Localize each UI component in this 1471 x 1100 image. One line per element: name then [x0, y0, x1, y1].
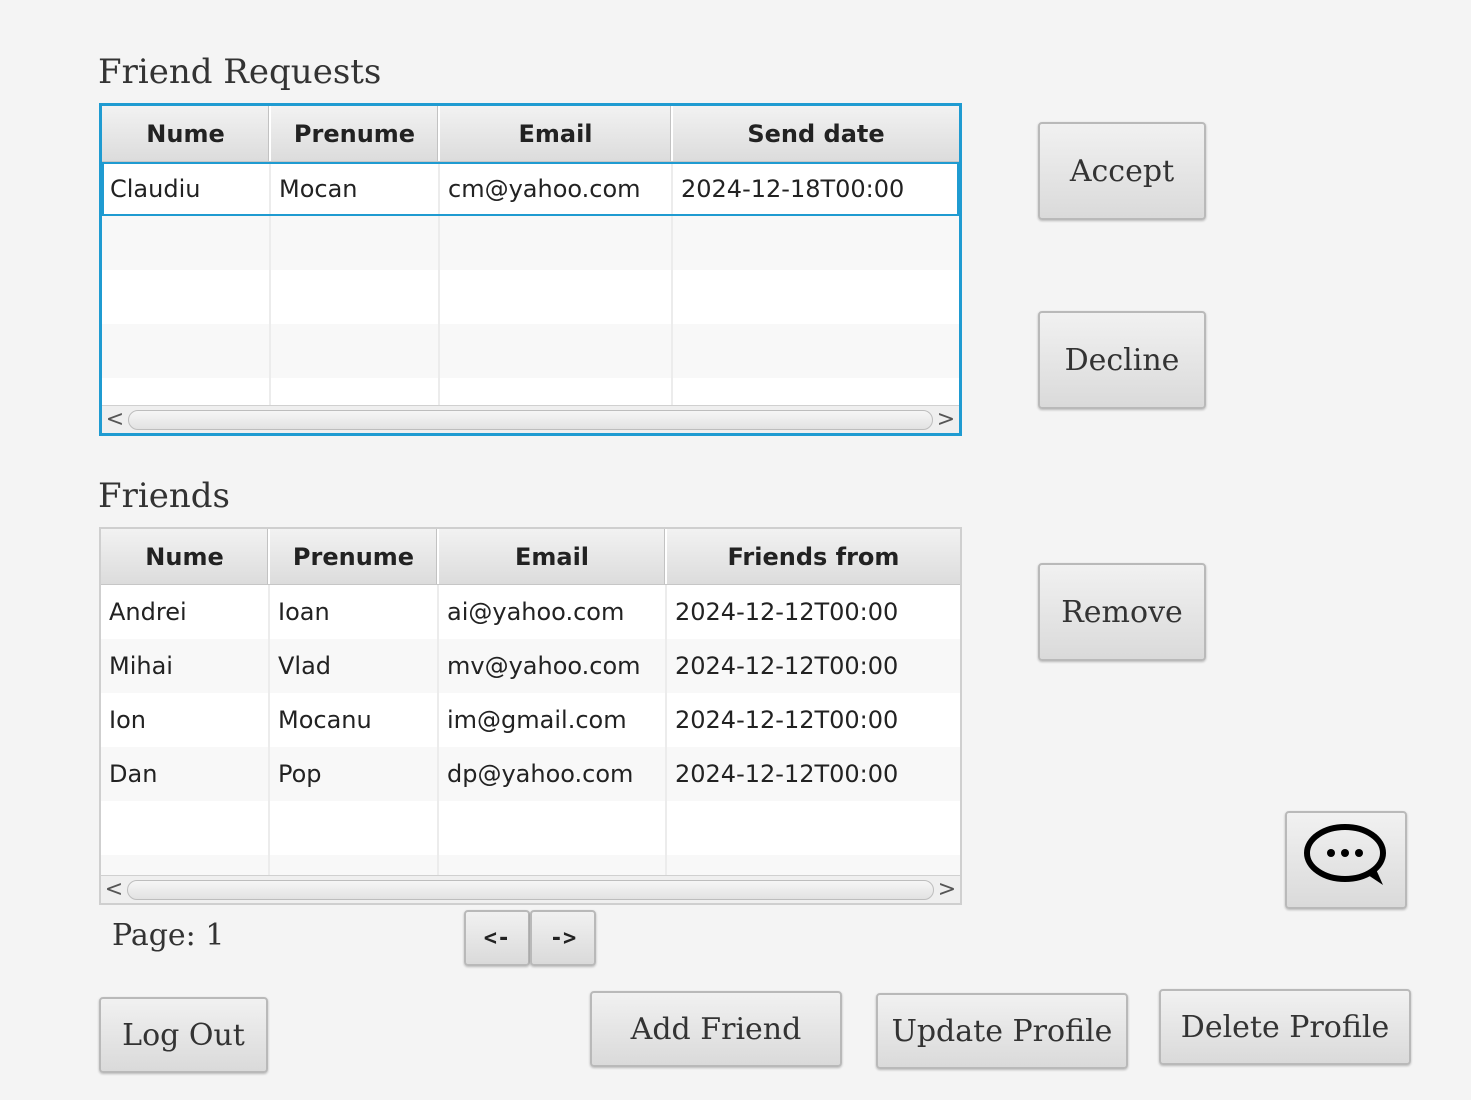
column-header-friends-from[interactable]: Friends from [667, 529, 960, 584]
table-row[interactable]: Mihai Vlad mv@yahoo.com 2024-12-12T00:00 [101, 639, 960, 693]
chat-button[interactable] [1285, 811, 1407, 909]
chat-bubble-icon [1303, 823, 1389, 897]
scrollbar-thumb[interactable] [128, 409, 933, 430]
column-header-email[interactable]: Email [439, 529, 667, 584]
table-row[interactable]: Claudiu Mocan cm@yahoo.com 2024-12-18T00… [102, 162, 959, 216]
cell-email: im@gmail.com [439, 693, 667, 747]
cell-email: cm@yahoo.com [440, 162, 673, 216]
cell-email: mv@yahoo.com [439, 639, 667, 693]
table-row[interactable]: Dan Pop dp@yahoo.com 2024-12-12T00:00 [101, 747, 960, 801]
empty-row [101, 801, 960, 855]
column-header-send-date[interactable]: Send date [673, 106, 959, 161]
column-header-email[interactable]: Email [440, 106, 673, 161]
column-header-nume[interactable]: Nume [102, 106, 271, 161]
scroll-left-icon[interactable]: < [102, 407, 128, 433]
cell-nume: Andrei [101, 585, 270, 639]
column-header-prenume[interactable]: Prenume [270, 529, 439, 584]
table-row[interactable]: Andrei Ioan ai@yahoo.com 2024-12-12T00:0… [101, 585, 960, 639]
horizontal-scrollbar[interactable]: < > [102, 405, 959, 433]
empty-row [102, 216, 959, 270]
cell-nume: Dan [101, 747, 270, 801]
cell-nume: Mihai [101, 639, 270, 693]
accept-button[interactable]: Accept [1038, 122, 1206, 220]
cell-prenume: Pop [270, 747, 439, 801]
delete-profile-button[interactable]: Delete Profile [1159, 989, 1411, 1065]
column-header-nume[interactable]: Nume [101, 529, 270, 584]
scrollbar-thumb[interactable] [127, 879, 934, 900]
table-row[interactable]: Ion Mocanu im@gmail.com 2024-12-12T00:00 [101, 693, 960, 747]
cell-prenume: Ioan [270, 585, 439, 639]
empty-row [102, 324, 959, 378]
cell-friends-from: 2024-12-12T00:00 [675, 760, 899, 788]
remove-button[interactable]: Remove [1038, 563, 1206, 661]
cell-friends-from: 2024-12-12T00:00 [675, 598, 899, 626]
table-body: Andrei Ioan ai@yahoo.com 2024-12-12T00:0… [101, 585, 960, 875]
column-header-prenume[interactable]: Prenume [271, 106, 440, 161]
table-header: Nume Prenume Email Friends from [101, 529, 960, 585]
empty-row [102, 378, 959, 406]
decline-button[interactable]: Decline [1038, 311, 1206, 409]
cell-nume: Ion [101, 693, 270, 747]
cell-friends-from: 2024-12-12T00:00 [675, 706, 899, 734]
log-out-button[interactable]: Log Out [99, 997, 268, 1073]
friend-requests-table[interactable]: Nume Prenume Email Send date Claudiu Moc… [99, 103, 962, 436]
update-profile-button[interactable]: Update Profile [876, 993, 1128, 1069]
scroll-left-icon[interactable]: < [101, 877, 127, 903]
empty-row [102, 270, 959, 324]
cell-email: ai@yahoo.com [439, 585, 667, 639]
scroll-right-icon[interactable]: > [933, 407, 959, 433]
empty-row [101, 855, 960, 875]
cell-prenume: Mocan [271, 162, 440, 216]
page-indicator: Page: 1 [112, 918, 225, 953]
friend-requests-title: Friend Requests [98, 52, 382, 92]
friends-table[interactable]: Nume Prenume Email Friends from Andrei I… [99, 527, 962, 905]
cell-nume: Claudiu [102, 162, 271, 216]
cell-friends-from: 2024-12-12T00:00 [675, 652, 899, 680]
scroll-right-icon[interactable]: > [934, 877, 960, 903]
prev-page-button[interactable]: <- [464, 910, 530, 966]
friends-title: Friends [98, 476, 230, 516]
cell-email: dp@yahoo.com [439, 747, 667, 801]
cell-send-date: 2024-12-18T00:00 [681, 175, 905, 203]
cell-prenume: Mocanu [270, 693, 439, 747]
table-header: Nume Prenume Email Send date [102, 106, 959, 162]
table-body: Claudiu Mocan cm@yahoo.com 2024-12-18T00… [102, 162, 959, 406]
cell-prenume: Vlad [270, 639, 439, 693]
horizontal-scrollbar[interactable]: < > [101, 875, 960, 903]
add-friend-button[interactable]: Add Friend [590, 991, 842, 1067]
next-page-button[interactable]: -> [530, 910, 596, 966]
